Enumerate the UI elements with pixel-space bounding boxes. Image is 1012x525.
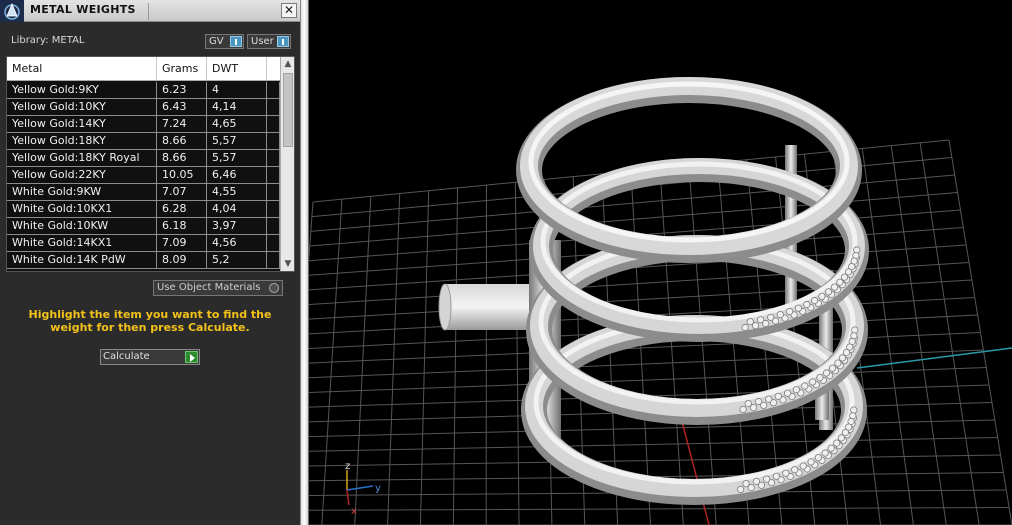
grams-cell: 7.07	[157, 184, 207, 201]
panel-title: METAL WEIGHTS	[30, 3, 136, 16]
grams-cell: 10.05	[157, 167, 207, 184]
gizmo-z-label: z	[345, 461, 350, 472]
metal-cell: White Gold:10KW	[7, 218, 157, 235]
dwt-cell: 5,57	[207, 150, 267, 167]
use-object-materials-toggle[interactable]: Use Object Materials	[153, 280, 283, 296]
gizmo-y-label: y	[375, 483, 381, 494]
table-row[interactable]: White Gold:14K PdW 8.09 5,2	[7, 252, 280, 269]
metal-cell: Yellow Gold:18KY Royal	[7, 150, 157, 167]
table-row[interactable]: White Gold:10KW 6.18 3,97	[7, 218, 280, 235]
play-arrow-icon	[185, 351, 198, 363]
grams-cell: 6.18	[157, 218, 207, 235]
instruction-text: Highlight the item you want to find the …	[28, 308, 272, 334]
table-row[interactable]: Yellow Gold:22KY 10.05 6,46	[7, 167, 280, 184]
spacer-cell	[267, 82, 280, 99]
radio-icon	[269, 283, 279, 293]
spacer-cell	[267, 99, 280, 116]
calculate-button[interactable]: Calculate	[100, 349, 200, 365]
dwt-cell: 4,04	[207, 201, 267, 218]
table-scrollbar[interactable]: ▲ ▼	[280, 57, 294, 271]
dwt-cell: 4,55	[207, 184, 267, 201]
user-library-toggle[interactable]: User	[247, 34, 291, 49]
spacer-cell	[267, 218, 280, 235]
metal-cell: Yellow Gold:14KY	[7, 116, 157, 133]
dwt-cell: 3,97	[207, 218, 267, 235]
panel-splitter[interactable]	[300, 0, 309, 525]
title-separator	[148, 3, 149, 20]
table-row[interactable]: Yellow Gold:10KY 6.43 4,14	[7, 99, 280, 116]
metal-weights-panel: METAL WEIGHTS ✕ Library: METAL GV User M…	[0, 0, 300, 525]
use-object-materials-label: Use Object Materials	[157, 282, 261, 293]
dwt-cell: 6,46	[207, 167, 267, 184]
calculate-label: Calculate	[103, 351, 150, 362]
gv-toggle-label: GV	[209, 36, 224, 47]
column-header-spacer	[267, 57, 280, 81]
metal-cell: Yellow Gold:22KY	[7, 167, 157, 184]
table-row[interactable]: White Gold:14KX1 7.09 4,56	[7, 235, 280, 252]
table-row[interactable]: Yellow Gold:14KY 7.24 4,65	[7, 116, 280, 133]
metal-weights-table: Metal Grams DWT Yellow Gold:9KY 6.23 4 Yell…	[6, 56, 295, 272]
grams-cell: 6.23	[157, 82, 207, 99]
column-header-dwt[interactable]: DWT	[207, 57, 267, 81]
library-label: Library: METAL	[11, 35, 85, 46]
table-row[interactable]: White Gold:9KW 7.07 4,55	[7, 184, 280, 201]
gizmo-x-label: x	[351, 506, 357, 517]
dwt-cell: 4	[207, 82, 267, 99]
metal-cell: White Gold:14K PdW	[7, 252, 157, 269]
metal-cell: White Gold:10KX1	[7, 201, 157, 218]
scroll-down-arrow-icon[interactable]: ▼	[281, 257, 294, 271]
dwt-cell: 4,65	[207, 116, 267, 133]
metal-cell: Yellow Gold:18KY	[7, 133, 157, 150]
grams-cell: 7.09	[157, 235, 207, 252]
app-logo-icon	[0, 0, 24, 22]
table-header: Metal Grams DWT	[7, 57, 280, 81]
spacer-cell	[267, 133, 280, 150]
grams-cell: 8.66	[157, 150, 207, 167]
column-header-grams[interactable]: Grams	[157, 57, 207, 81]
dwt-cell: 4,56	[207, 235, 267, 252]
grams-cell: 6.43	[157, 99, 207, 116]
spacer-cell	[267, 184, 280, 201]
scroll-up-arrow-icon[interactable]: ▲	[281, 57, 294, 71]
table-row[interactable]: Yellow Gold:18KY 8.66 5,57	[7, 133, 280, 150]
scroll-thumb[interactable]	[283, 73, 293, 147]
dwt-cell: 4,14	[207, 99, 267, 116]
3d-viewport[interactable]: z y x	[309, 0, 1012, 525]
grams-cell: 6.28	[157, 201, 207, 218]
grams-cell: 7.24	[157, 116, 207, 133]
info-icon	[277, 36, 289, 47]
column-header-metal[interactable]: Metal	[7, 57, 157, 81]
user-toggle-label: User	[251, 36, 274, 47]
metal-cell: White Gold:9KW	[7, 184, 157, 201]
metal-cell: Yellow Gold:9KY	[7, 82, 157, 99]
axis-gizmo: z y x	[345, 461, 381, 517]
grams-cell: 8.09	[157, 252, 207, 269]
table-row[interactable]: Yellow Gold:18KY Royal 8.66 5,57	[7, 150, 280, 167]
spacer-cell	[267, 201, 280, 218]
metal-cell: Yellow Gold:10KY	[7, 99, 157, 116]
table-row[interactable]: White Gold:10KX1 6.28 4,04	[7, 201, 280, 218]
metal-cell: White Gold:14KX1	[7, 235, 157, 252]
spacer-cell	[267, 116, 280, 133]
info-icon	[230, 36, 242, 47]
gv-library-toggle[interactable]: GV	[205, 34, 244, 49]
spacer-cell	[267, 150, 280, 167]
panel-titlebar[interactable]: METAL WEIGHTS ✕	[0, 0, 300, 22]
dwt-cell: 5,2	[207, 252, 267, 269]
close-button[interactable]: ✕	[281, 3, 297, 18]
x-axis-line	[856, 347, 1012, 369]
grams-cell: 8.66	[157, 133, 207, 150]
spacer-cell	[267, 252, 280, 269]
table-row[interactable]: Yellow Gold:9KY 6.23 4	[7, 82, 280, 99]
dwt-cell: 5,57	[207, 133, 267, 150]
spacer-cell	[267, 235, 280, 252]
spacer-cell	[267, 167, 280, 184]
